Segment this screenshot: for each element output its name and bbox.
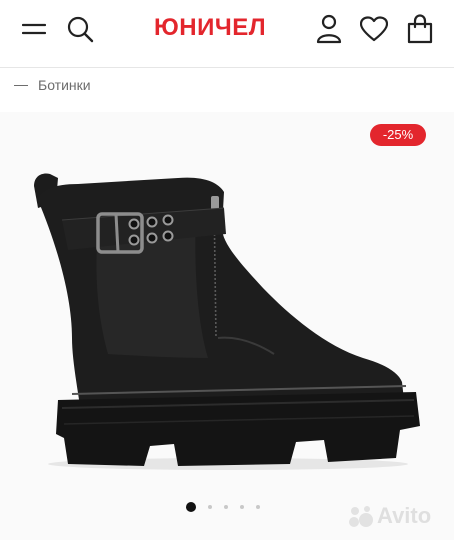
discount-badge: -25% — [370, 124, 426, 146]
breadcrumb[interactable]: Ботинки — [14, 75, 91, 95]
gallery-dot[interactable] — [256, 505, 260, 509]
gallery-pagination[interactable] — [186, 502, 266, 512]
site-header: ЮНИЧЕЛ — [0, 0, 454, 62]
product-image[interactable] — [28, 168, 424, 472]
gallery-dot-active[interactable] — [186, 502, 196, 512]
brand-logo[interactable]: ЮНИЧЕЛ — [154, 14, 266, 42]
bag-icon[interactable] — [406, 14, 434, 44]
header-divider — [0, 67, 454, 68]
user-icon[interactable] — [316, 14, 342, 44]
breadcrumb-dash — [14, 84, 28, 86]
breadcrumb-label[interactable]: Ботинки — [38, 77, 91, 93]
avito-watermark: Avito — [348, 502, 431, 530]
gallery-dot[interactable] — [224, 505, 228, 509]
heart-icon[interactable] — [360, 16, 388, 42]
gallery-dot[interactable] — [208, 505, 212, 509]
search-icon[interactable] — [66, 15, 94, 43]
avito-text: Avito — [377, 503, 432, 528]
gallery-dot[interactable] — [240, 505, 244, 509]
avito-logo-icon — [349, 506, 373, 527]
menu-icon[interactable] — [22, 18, 46, 40]
